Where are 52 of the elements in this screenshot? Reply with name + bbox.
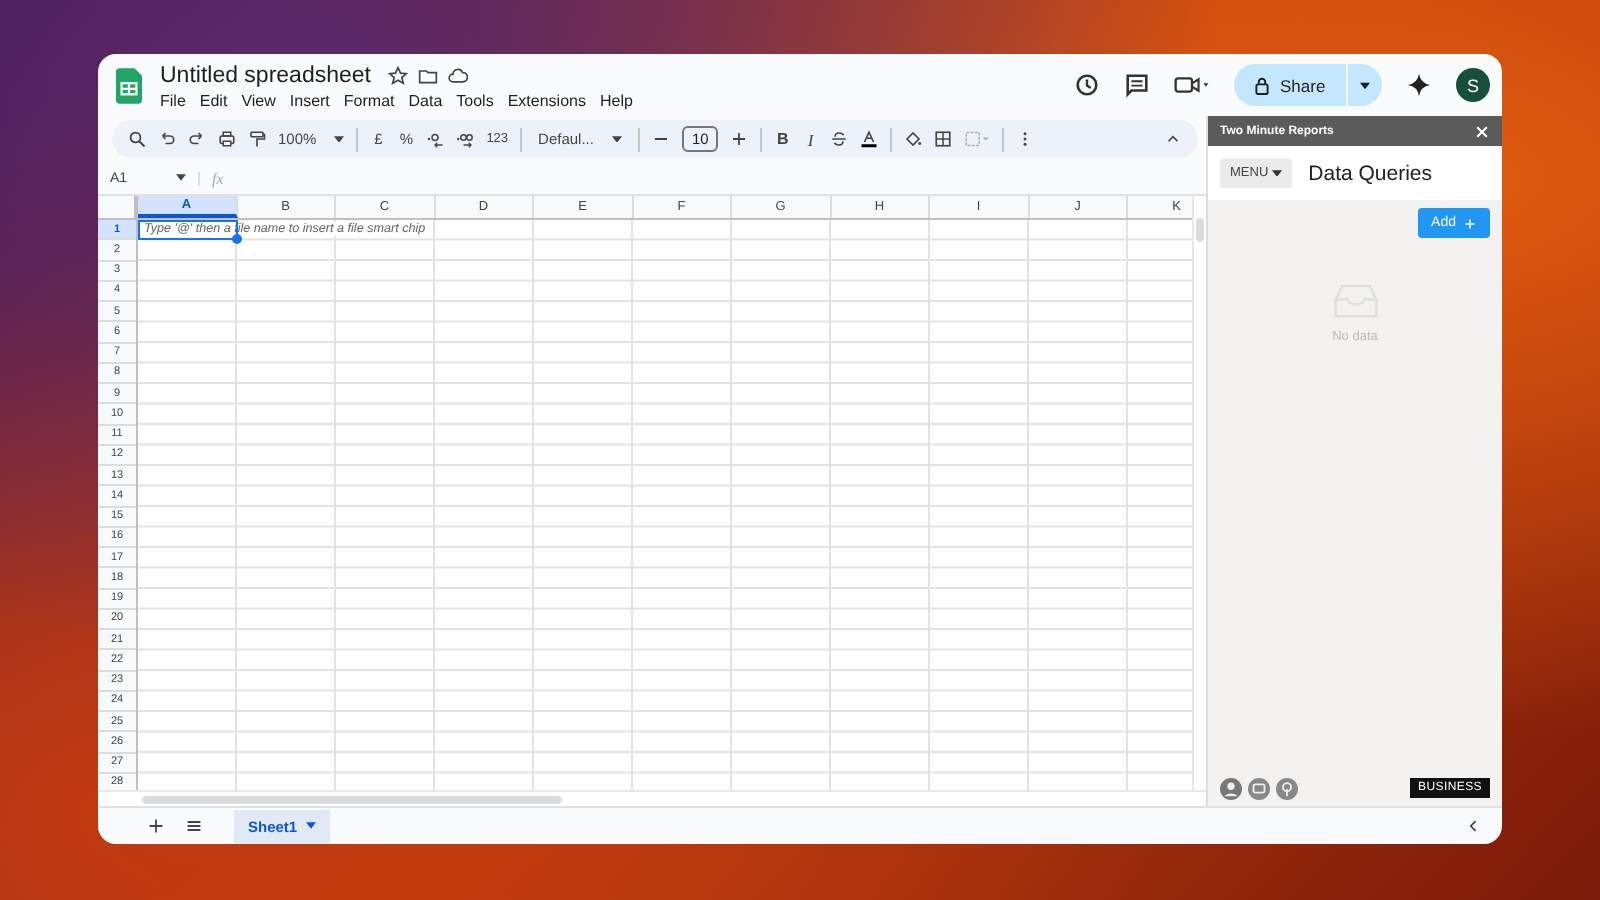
caret-icon (1272, 169, 1283, 177)
chevron-left-icon[interactable] (1466, 818, 1482, 834)
strikethrough-icon[interactable] (830, 130, 849, 148)
print-icon[interactable] (218, 130, 236, 148)
merge-cells-icon[interactable] (964, 130, 991, 148)
search-icon[interactable] (128, 130, 146, 148)
plus-icon[interactable] (730, 130, 749, 148)
share-button[interactable]: Share (1234, 64, 1382, 106)
video-camera-icon[interactable] (1174, 72, 1210, 98)
increase-decimal-icon[interactable] (456, 130, 475, 148)
undo-icon[interactable] (158, 130, 176, 148)
user-icon[interactable] (1220, 777, 1242, 799)
paint-roller-icon[interactable] (248, 130, 266, 148)
text-color-icon[interactable] (860, 130, 879, 148)
caret-icon (611, 135, 622, 143)
formula-label: fx (212, 169, 224, 187)
caret-icon (176, 174, 186, 182)
add-sheet-icon[interactable] (148, 818, 164, 834)
menu-item[interactable]: Format (343, 91, 395, 109)
menu-item[interactable]: Tools (456, 91, 494, 109)
caret-icon (305, 822, 316, 830)
document-title[interactable]: Untitled spreadsheet (160, 63, 371, 87)
podcast-icon[interactable] (1276, 777, 1298, 799)
close-icon[interactable] (1474, 123, 1490, 139)
redo-icon[interactable] (188, 130, 206, 148)
menu-item[interactable]: Edit (199, 91, 228, 109)
caret-icon[interactable] (1360, 81, 1370, 89)
plus-icon (1464, 217, 1476, 229)
sheets-logo-icon[interactable] (116, 67, 142, 103)
avatar[interactable]: S (1456, 68, 1490, 102)
caret-icon (334, 135, 345, 143)
folder-icon[interactable] (418, 65, 439, 85)
menu-item[interactable]: Data (408, 91, 443, 109)
comment-icon[interactable] (1124, 72, 1150, 98)
borders-icon[interactable] (934, 130, 953, 148)
italic-button[interactable]: I (802, 129, 819, 149)
history-icon[interactable] (1074, 72, 1100, 98)
cloud-icon[interactable] (448, 65, 469, 85)
lock-icon (1254, 75, 1270, 95)
menu-item[interactable]: File (160, 91, 186, 109)
menu-item[interactable]: Extensions (507, 91, 586, 109)
bold-button[interactable]: B (774, 130, 791, 148)
chat-icon[interactable] (1248, 777, 1270, 799)
panel-heading: Data Queries (1308, 161, 1433, 185)
all-sheets-menu-icon[interactable] (186, 818, 202, 834)
menu-item[interactable]: Help (599, 91, 633, 109)
menu-item[interactable]: Insert (289, 91, 330, 109)
decrease-decimal-icon[interactable] (426, 130, 445, 148)
fill-color-icon[interactable] (904, 130, 923, 148)
menu-item[interactable]: View (241, 91, 276, 109)
sparkle-icon[interactable] (1406, 72, 1432, 98)
star-icon[interactable] (388, 65, 409, 85)
